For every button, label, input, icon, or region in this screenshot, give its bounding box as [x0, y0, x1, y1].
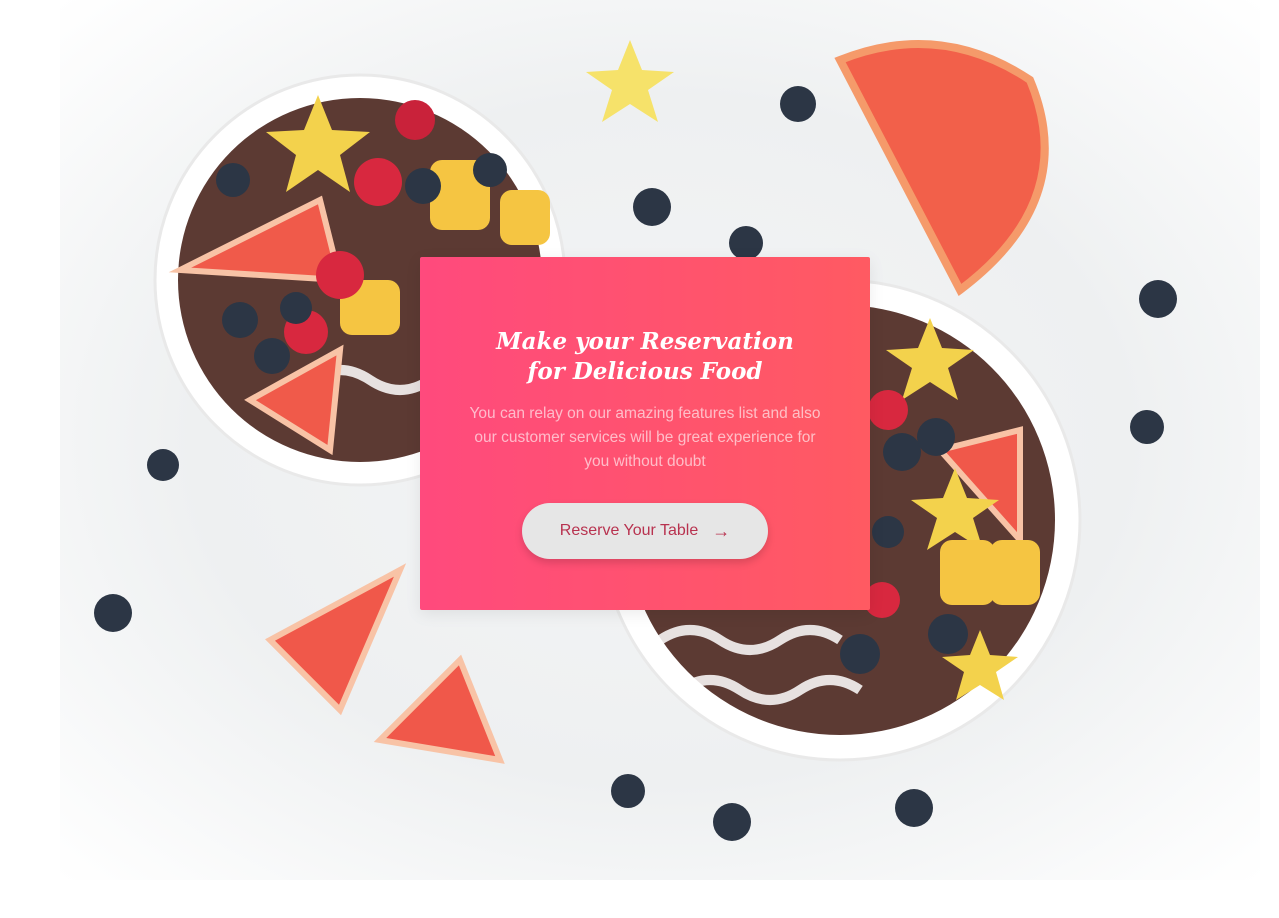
reservation-card: Make your Reservation for Delicious Food…: [420, 257, 870, 610]
reserve-table-button[interactable]: Reserve Your Table →: [522, 503, 768, 559]
arrow-right-icon: →: [712, 521, 731, 541]
reservation-title: Make your Reservation for Delicious Food: [496, 328, 794, 385]
reservation-section: Make your Reservation for Delicious Food…: [0, 0, 1279, 918]
reserve-table-button-label: Reserve Your Table: [559, 522, 699, 539]
reservation-description: You can relay on our amazing features li…: [469, 405, 821, 470]
